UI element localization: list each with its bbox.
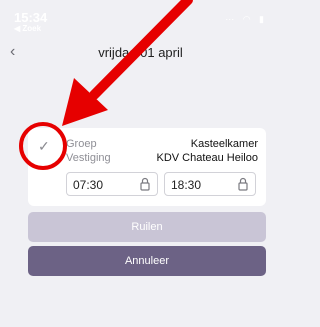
location-value: KDV Chateau Heiloo — [156, 152, 258, 164]
lock-icon — [140, 177, 150, 191]
page-title: vrijdag 01 april — [98, 45, 183, 60]
status-time: 15:34 — [14, 10, 48, 25]
status-bar: 15:34 ◀ Zoek ⋯ ◠ ▮ — [0, 0, 281, 36]
end-time-value: 18:30 — [171, 178, 202, 192]
lock-icon — [238, 177, 248, 191]
status-back-label[interactable]: ◀ Zoek — [14, 24, 41, 33]
wifi-icon: ⋯ ◠ ▮ — [225, 14, 267, 24]
start-time-field[interactable]: 07:30 — [66, 172, 158, 196]
group-label: Groep — [66, 138, 97, 150]
end-time-field[interactable]: 18:30 — [164, 172, 256, 196]
location-label: Vestiging — [66, 152, 111, 164]
swap-button[interactable]: Ruilen — [28, 212, 266, 242]
cancel-button[interactable]: Annuleer — [28, 246, 266, 276]
group-value: Kasteelkamer — [190, 138, 258, 150]
annotation-circle — [19, 122, 67, 170]
start-time-value: 07:30 — [73, 178, 104, 192]
nav-bar: ‹ vrijdag 01 april — [0, 36, 281, 68]
